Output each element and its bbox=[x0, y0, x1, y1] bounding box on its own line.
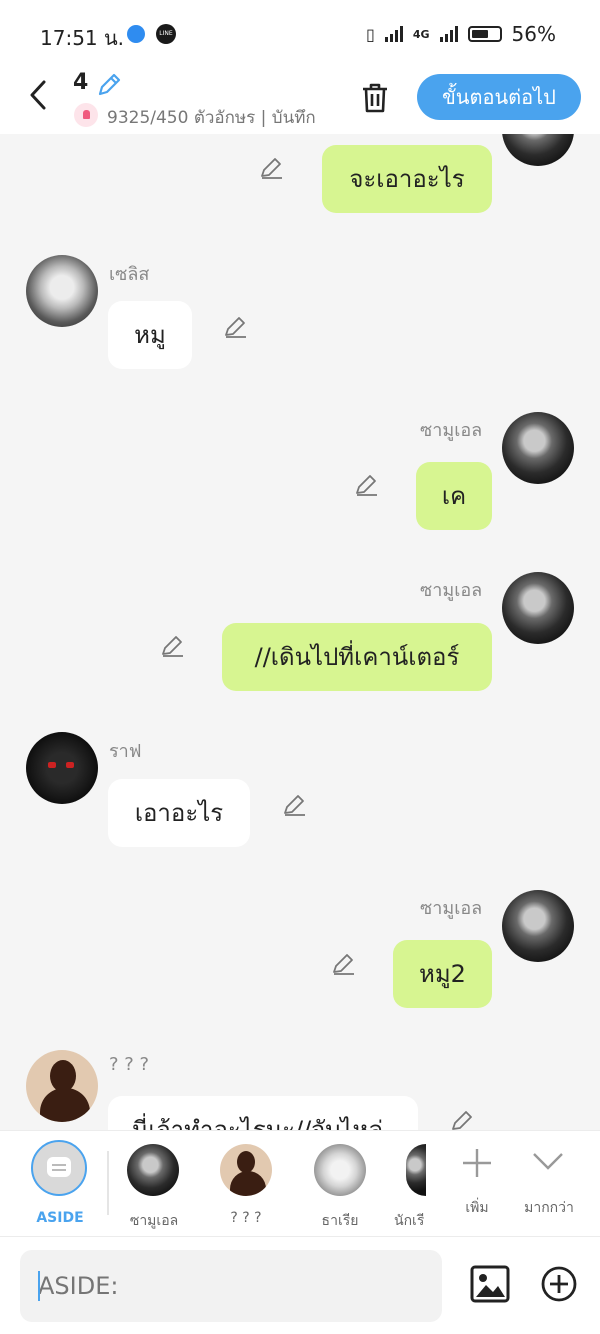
divider bbox=[107, 1151, 109, 1215]
speaker-name: ซามูเอล bbox=[420, 420, 483, 441]
character-samuel[interactable] bbox=[127, 1144, 179, 1196]
edit-icon[interactable] bbox=[160, 633, 186, 659]
edit-icon[interactable] bbox=[450, 1108, 476, 1130]
character-label: ซามูเอล bbox=[129, 1213, 179, 1229]
edit-icon[interactable] bbox=[259, 155, 285, 181]
message-bubble[interactable]: นี่เจ้าทำอะไรนะ//จับไหล่ bbox=[108, 1096, 418, 1130]
bell-icon bbox=[74, 103, 98, 127]
character-label: ? ? ? bbox=[230, 1210, 262, 1226]
status-right: ▯ 4G 56% bbox=[366, 22, 556, 46]
editor-header: 4 9325/450 ตัวอักษร | บันทึก ขั้นตอนต่อไ… bbox=[0, 68, 600, 134]
avatar-samuel[interactable] bbox=[502, 134, 574, 166]
text-caret bbox=[38, 1271, 40, 1301]
speaker-name: ซามูเอล bbox=[420, 898, 483, 919]
app-notification-icon bbox=[127, 25, 145, 43]
silhouette-head bbox=[237, 1151, 255, 1173]
silhouette-body bbox=[230, 1171, 266, 1196]
chat-area[interactable]: จะเอาอะไร เซลิส หมู ซามูเอล เค ซามูเอล /… bbox=[0, 134, 600, 1130]
edit-icon[interactable] bbox=[223, 314, 249, 340]
char-count: 9325/450 ตัวอักษร | บันทึก bbox=[107, 108, 316, 128]
composer-bar bbox=[0, 1236, 600, 1334]
speaker-name: เซลิส bbox=[109, 264, 150, 285]
speaker-name: ? ? ? bbox=[109, 1054, 150, 1075]
vibrate-icon: ▯ bbox=[366, 24, 375, 44]
message-bubble[interactable]: เค bbox=[416, 462, 492, 530]
episode-number: 4 bbox=[73, 70, 89, 95]
more-label[interactable]: มากกว่า bbox=[518, 1197, 580, 1219]
line-app-icon: LINE bbox=[156, 24, 176, 44]
edit-icon[interactable] bbox=[282, 792, 308, 818]
status-bar: 17:51 น. LINE ▯ 4G 56% bbox=[0, 0, 600, 68]
character-tharia[interactable] bbox=[314, 1144, 366, 1196]
aside-label: ASIDE bbox=[36, 1210, 84, 1226]
signal-icon-2 bbox=[439, 26, 458, 42]
avatar-unknown[interactable] bbox=[26, 1050, 98, 1122]
edit-icon[interactable] bbox=[331, 951, 357, 977]
add-character-label[interactable]: เพิ่ม bbox=[452, 1197, 502, 1219]
add-circle-icon[interactable] bbox=[541, 1266, 577, 1302]
message-input[interactable] bbox=[20, 1250, 442, 1322]
pencil-icon[interactable] bbox=[96, 72, 122, 98]
edit-icon[interactable] bbox=[354, 472, 380, 498]
status-time: 17:51 น. bbox=[40, 26, 125, 50]
avatar-samuel[interactable] bbox=[502, 572, 574, 644]
next-step-button[interactable]: ขั้นตอนต่อไป bbox=[417, 74, 581, 120]
aside-button[interactable] bbox=[31, 1140, 87, 1196]
avatar-selis[interactable] bbox=[26, 255, 98, 327]
message-bubble[interactable]: จะเอาอะไร bbox=[322, 145, 492, 213]
network-label: 4G bbox=[412, 27, 430, 41]
message-bubble[interactable]: //เดินไปที่เคาน์เตอร์ bbox=[222, 623, 492, 691]
avatar-raf[interactable] bbox=[26, 732, 98, 804]
speaker-name: ซามูเอล bbox=[420, 580, 483, 601]
signal-icon bbox=[384, 26, 403, 42]
message-bubble[interactable]: เอาอะไร bbox=[108, 779, 250, 847]
aside-icon bbox=[47, 1157, 71, 1177]
image-icon[interactable] bbox=[470, 1265, 510, 1303]
battery-percent: 56% bbox=[511, 22, 556, 46]
battery-icon bbox=[467, 26, 502, 42]
silhouette-body bbox=[40, 1088, 90, 1122]
character-label: นักเรี bbox=[394, 1213, 424, 1229]
trash-icon[interactable] bbox=[360, 82, 390, 114]
back-arrow-icon[interactable] bbox=[24, 78, 54, 112]
message-bubble[interactable]: หมู bbox=[108, 301, 192, 369]
character-student[interactable] bbox=[406, 1144, 426, 1196]
chevron-down-icon[interactable] bbox=[532, 1151, 564, 1171]
avatar-samuel[interactable] bbox=[502, 412, 574, 484]
character-bar: ASIDE ซามูเอล ? ? ? ธาเรีย นักเรี เพิ่ม … bbox=[0, 1130, 600, 1237]
avatar-samuel[interactable] bbox=[502, 890, 574, 962]
character-label: ธาเรีย bbox=[321, 1213, 359, 1229]
character-unknown[interactable] bbox=[220, 1144, 272, 1196]
speaker-name: ราฟ bbox=[109, 741, 142, 762]
message-bubble[interactable]: หมู2 bbox=[393, 940, 492, 1008]
plus-icon[interactable] bbox=[461, 1147, 493, 1179]
